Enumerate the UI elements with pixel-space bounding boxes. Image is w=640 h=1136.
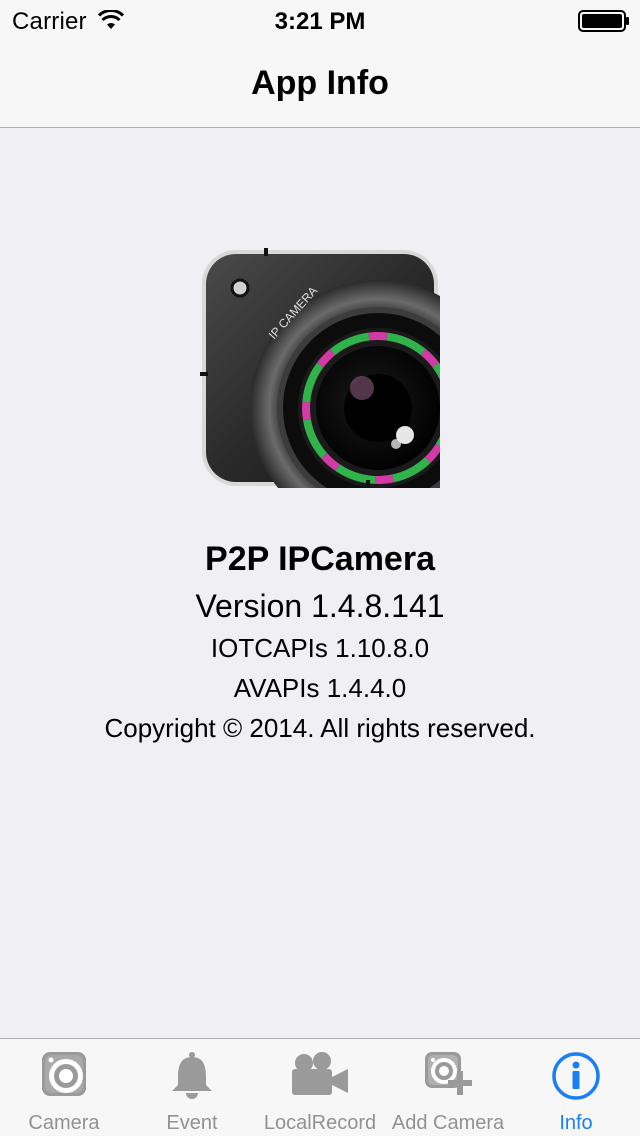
tab-label: LocalRecord [263, 1112, 377, 1134]
tab-label: Add Camera [391, 1112, 505, 1134]
top-bar: Carrier 3:21 PM App Info [0, 0, 640, 128]
app-name: P2P IPCamera [205, 540, 435, 578]
status-bar: Carrier 3:21 PM [0, 0, 640, 40]
av-version: AVAPIs 1.4.4.0 [233, 673, 407, 703]
copyright: Copyright © 2014. All rights reserved. [104, 713, 536, 743]
tab-bar: Camera Event LocalRecord Add Camera Info [0, 1038, 640, 1136]
iotc-version: IOTCAPIs 1.10.8.0 [210, 633, 430, 663]
camera-icon [42, 1052, 86, 1096]
tab-localrecord[interactable]: LocalRecord [256, 1039, 384, 1136]
tab-add-camera[interactable]: Add Camera [384, 1039, 512, 1136]
page-title: App Info [251, 64, 389, 102]
app-version: Version 1.4.8.141 [195, 588, 445, 624]
battery-icon [578, 10, 629, 32]
add-camera-icon [425, 1052, 472, 1095]
info-icon [552, 1052, 600, 1100]
clock: 3:21 PM [274, 8, 366, 35]
tab-label: Info [559, 1112, 593, 1134]
bell-icon [172, 1052, 212, 1099]
video-camera-icon [292, 1052, 348, 1095]
app-info: P2P IPCamera Version 1.4.8.141 IOTCAPIs … [0, 536, 640, 748]
tab-label: Event [166, 1112, 218, 1134]
tab-event[interactable]: Event [128, 1039, 256, 1136]
app-logo-camera-icon: IP CAMERA [200, 248, 440, 488]
tab-info[interactable]: Info [512, 1039, 640, 1136]
tab-camera[interactable]: Camera [0, 1039, 128, 1136]
